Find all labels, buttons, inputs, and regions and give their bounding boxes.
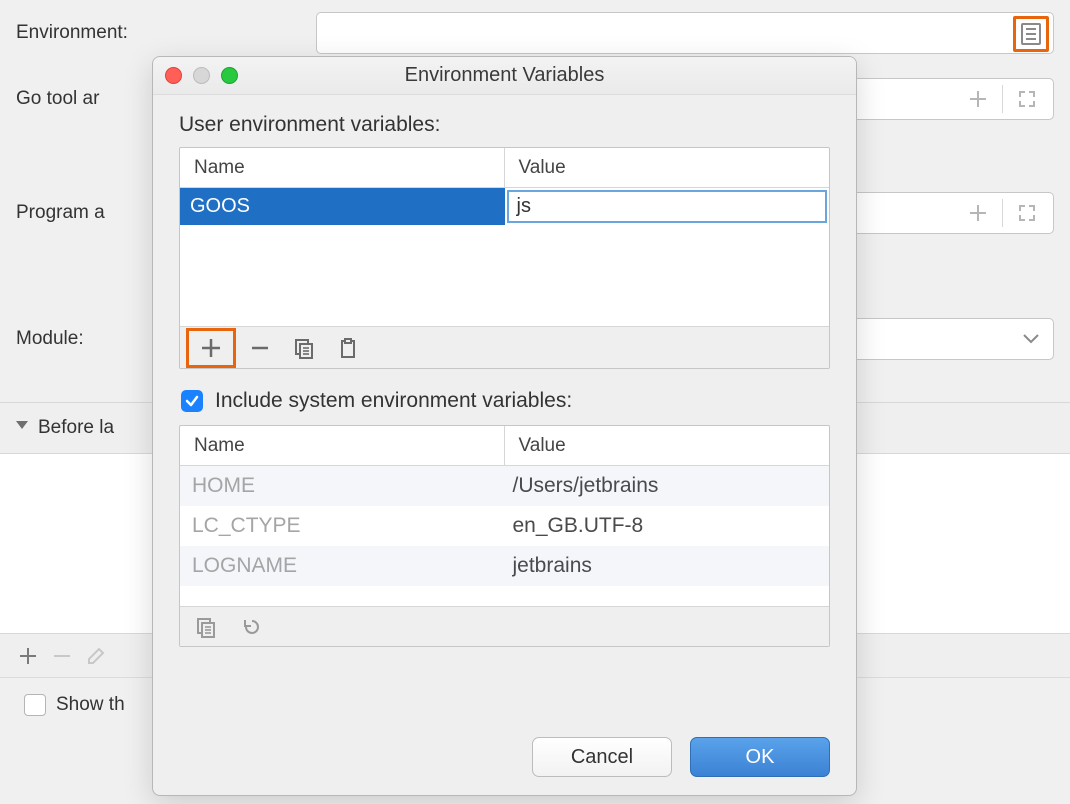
expand-icon[interactable]	[1015, 201, 1039, 225]
user-vars-label: User environment variables:	[179, 113, 830, 137]
before-launch-label: Before la	[38, 417, 114, 439]
sys-var-value: /Users/jetbrains	[505, 474, 830, 498]
separator	[1002, 199, 1003, 227]
paste-var-button[interactable]	[328, 328, 368, 368]
window-controls	[165, 67, 238, 84]
system-vars-header: Name Value	[180, 426, 829, 466]
remove-var-button[interactable]	[240, 328, 280, 368]
cancel-button[interactable]: Cancel	[532, 737, 672, 777]
copy-var-button[interactable]	[284, 328, 324, 368]
user-vars-body: GOOS js	[180, 188, 829, 326]
plus-icon[interactable]	[966, 201, 990, 225]
sys-var-name: LOGNAME	[180, 554, 505, 578]
column-value-header[interactable]: Value	[505, 148, 830, 187]
minimize-window-button	[193, 67, 210, 84]
var-value-cell[interactable]: js	[507, 190, 828, 223]
dialog-buttons: Cancel OK	[153, 721, 856, 795]
include-system-checkbox[interactable]	[181, 390, 203, 412]
user-vars-header: Name Value	[180, 148, 829, 188]
column-value-header[interactable]: Value	[505, 426, 830, 465]
environment-label: Environment:	[16, 22, 316, 44]
add-var-button[interactable]	[186, 328, 236, 368]
add-button[interactable]	[16, 644, 40, 668]
plus-icon[interactable]	[966, 87, 990, 111]
edit-button[interactable]	[84, 644, 108, 668]
column-name-header[interactable]: Name	[180, 426, 505, 465]
show-label: Show th	[56, 694, 125, 716]
chevron-down-icon	[16, 421, 28, 435]
var-name-cell[interactable]: GOOS	[180, 188, 505, 225]
system-vars-body: HOME /Users/jetbrains LC_CTYPE en_GB.UTF…	[180, 466, 829, 606]
environment-field[interactable]	[316, 12, 1054, 54]
table-row[interactable]: HOME /Users/jetbrains	[180, 466, 829, 506]
include-system-label: Include system environment variables:	[215, 389, 572, 413]
show-checkbox[interactable]	[24, 694, 46, 716]
open-env-dialog-button[interactable]	[1013, 16, 1049, 52]
system-vars-table: Name Value HOME /Users/jetbrains LC_CTYP…	[179, 425, 830, 647]
sys-var-name: LC_CTYPE	[180, 514, 505, 538]
zoom-window-button[interactable]	[221, 67, 238, 84]
env-vars-dialog: Environment Variables User environment v…	[152, 56, 857, 796]
column-name-header[interactable]: Name	[180, 148, 505, 187]
list-icon	[1021, 23, 1041, 45]
table-row[interactable]: GOOS js	[180, 188, 829, 225]
close-window-button[interactable]	[165, 67, 182, 84]
user-vars-table: Name Value GOOS js	[179, 147, 830, 369]
ok-button[interactable]: OK	[690, 737, 830, 777]
table-row[interactable]: LC_CTYPE en_GB.UTF-8	[180, 506, 829, 546]
expand-icon[interactable]	[1015, 87, 1039, 111]
dialog-titlebar: Environment Variables	[153, 57, 856, 95]
copy-sys-var-button[interactable]	[186, 607, 226, 647]
table-row[interactable]: LOGNAME jetbrains	[180, 546, 829, 586]
revert-sys-var-button[interactable]	[232, 607, 272, 647]
user-vars-toolbar	[180, 326, 829, 368]
system-vars-toolbar	[180, 606, 829, 646]
dialog-title: Environment Variables	[153, 64, 856, 87]
sys-var-value: jetbrains	[505, 554, 830, 578]
sys-var-name: HOME	[180, 474, 505, 498]
include-system-row[interactable]: Include system environment variables:	[181, 389, 830, 413]
chevron-down-icon	[1023, 334, 1039, 344]
remove-button[interactable]	[50, 644, 74, 668]
separator	[1002, 85, 1003, 113]
sys-var-value: en_GB.UTF-8	[505, 514, 830, 538]
